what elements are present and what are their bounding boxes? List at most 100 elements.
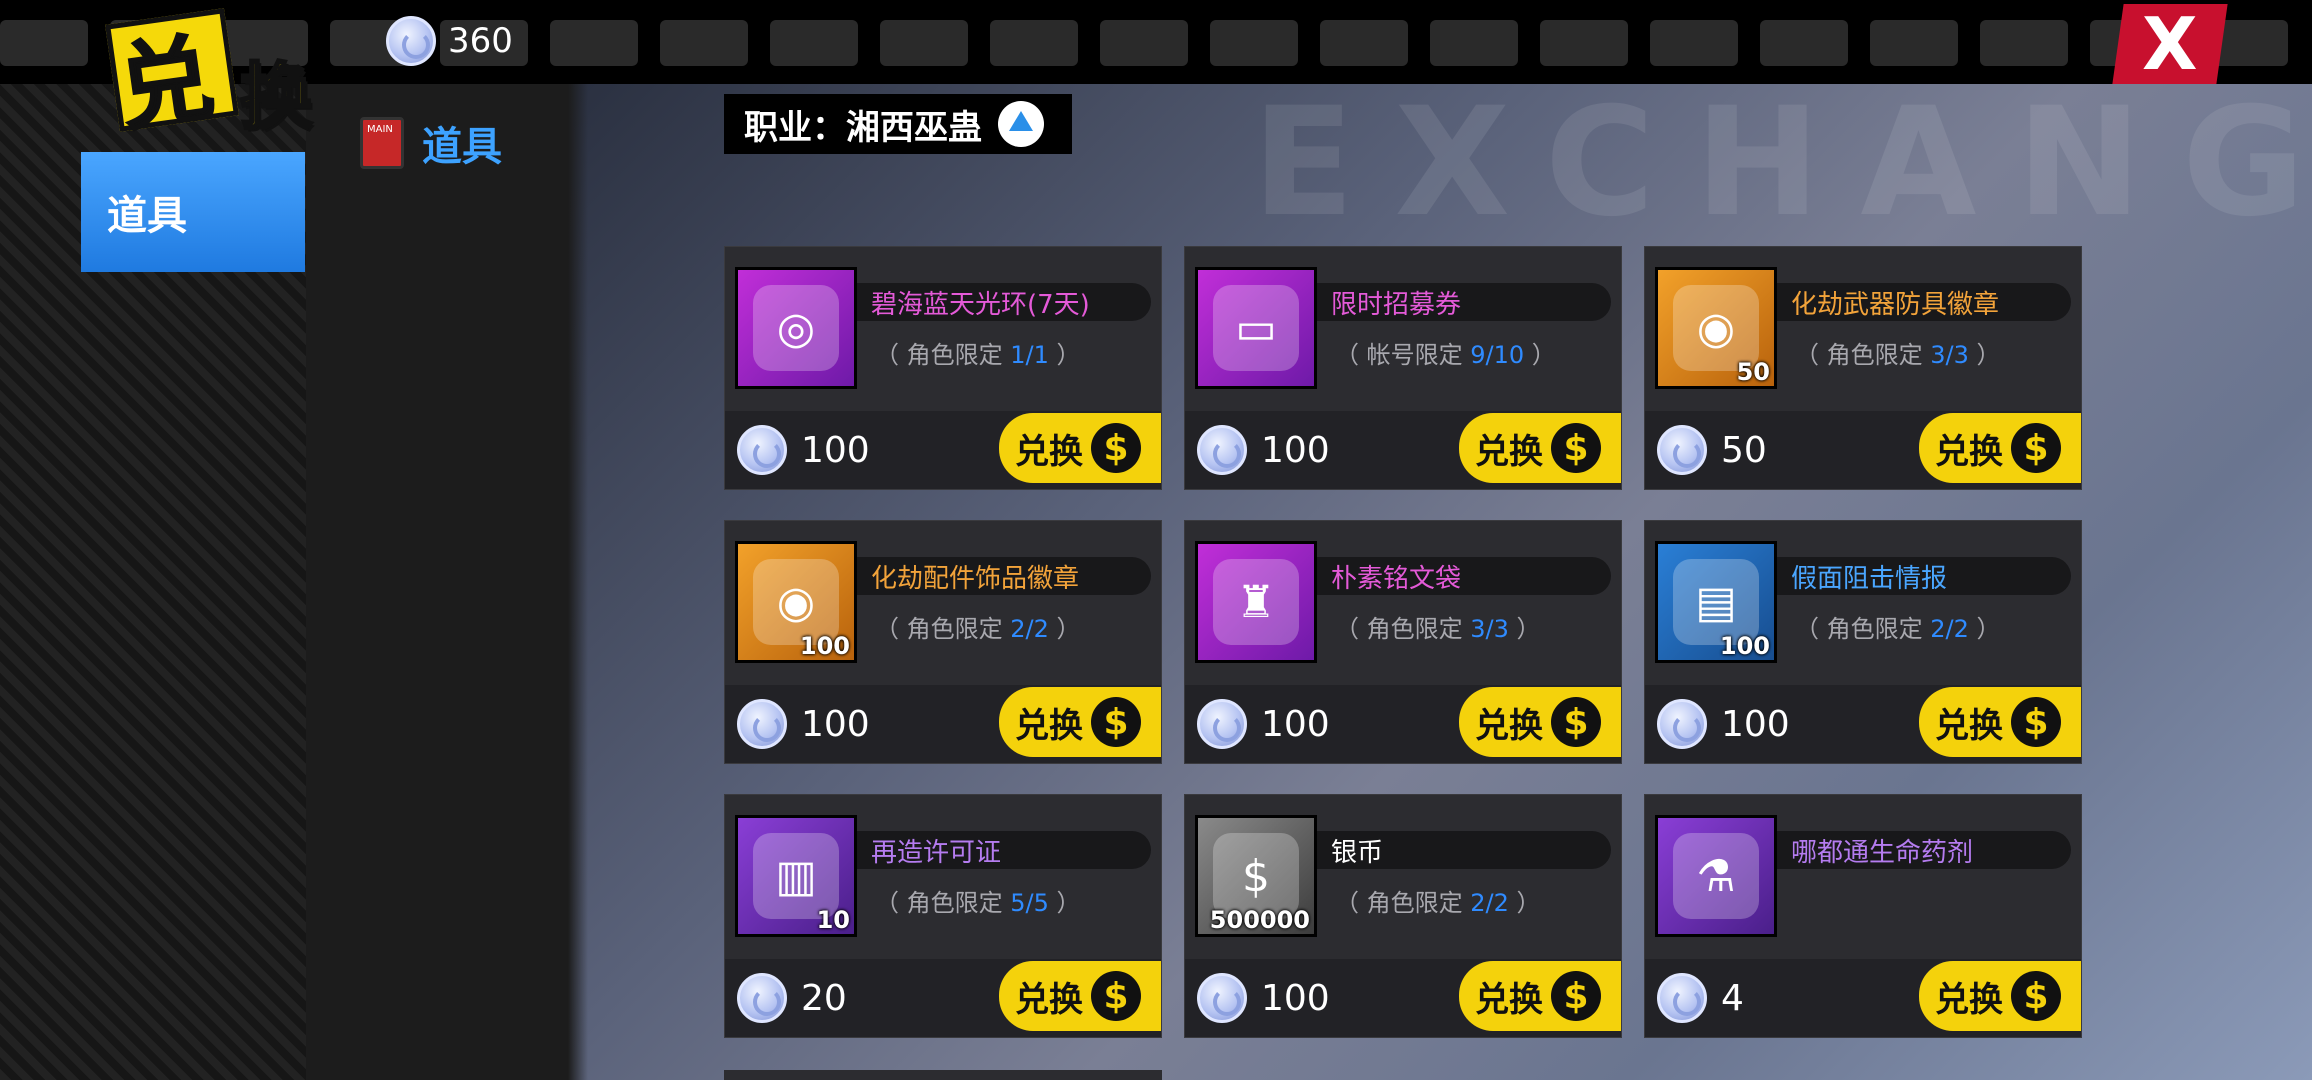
limit-count: 9/10	[1470, 341, 1525, 369]
limit-count: 2/2	[1010, 615, 1049, 643]
limit-count: 5/5	[1010, 889, 1049, 917]
limit-prefix: （ 帐号限定	[1335, 341, 1471, 369]
price-value: 100	[1261, 703, 1330, 745]
exchange-button[interactable]: 兑换 $	[999, 961, 1161, 1031]
purchase-limit: （ 角色限定 3/3 ）	[1335, 609, 1541, 644]
item-quantity: 50	[1736, 358, 1770, 386]
purchase-limit: （ 角色限定 1/1 ）	[875, 335, 1081, 370]
partial-item-card	[724, 1070, 1162, 1080]
item-price: 100	[1197, 425, 1330, 475]
dollar-icon: $	[2011, 697, 2061, 747]
exchange-button-label: 兑换	[1935, 979, 2003, 1020]
summon-ticket-icon: ▭	[1213, 285, 1299, 371]
item-icon-frame[interactable]: ◎	[735, 267, 857, 389]
exchange-button-label: 兑换	[1935, 705, 2003, 746]
purchase-limit: （ 角色限定 5/5 ）	[875, 883, 1081, 918]
item-card: ⚗ 哪都通生命药剂 4 兑换 $	[1644, 794, 2082, 1038]
item-icon-frame[interactable]: ◉ 100	[735, 541, 857, 663]
sub-nav-item-items[interactable]: 道具	[360, 114, 502, 172]
item-card: ♜ 朴素铭文袋 （ 角色限定 3/3 ） 100 兑换 $	[1184, 520, 1622, 764]
item-card: ◉ 100 化劫配件饰品徽章 （ 角色限定 2/2 ） 100 兑换 $	[724, 520, 1162, 764]
background-watermark: EXCHANGE	[1252, 84, 2312, 250]
close-button[interactable]: X	[2112, 2, 2228, 86]
item-icon-frame[interactable]: ⚗	[1655, 815, 1777, 937]
exchange-button-label: 兑换	[1935, 431, 2003, 472]
exchange-button[interactable]: 兑换 $	[1459, 413, 1621, 483]
price-value: 100	[801, 703, 870, 745]
limit-count: 3/3	[1470, 615, 1509, 643]
dollar-icon: $	[2011, 423, 2061, 473]
item-icon-frame[interactable]: ▥ 10	[735, 815, 857, 937]
exchange-button[interactable]: 兑换 $	[999, 687, 1161, 757]
item-card: ◉ 50 化劫武器防具徽章 （ 角色限定 3/3 ） 50 兑换 $	[1644, 246, 2082, 490]
token-coin-icon	[737, 699, 787, 749]
logo-char-2: 换	[238, 54, 313, 141]
exchange-button[interactable]: 兑换 $	[1459, 687, 1621, 757]
item-price: 100	[1657, 699, 1790, 749]
price-value: 4	[1721, 977, 1744, 1019]
price-value: 100	[1261, 977, 1330, 1019]
logo-char-1: 兑	[111, 23, 221, 146]
item-icon-frame[interactable]: ◉ 50	[1655, 267, 1777, 389]
exchange-button[interactable]: 兑换 $	[1919, 413, 2081, 483]
purchase-limit: （ 角色限定 3/3 ）	[1795, 335, 2001, 370]
limit-prefix: （ 角色限定	[1335, 889, 1471, 917]
item-name: 哪都通生命药剂	[1791, 837, 1974, 868]
price-value: 50	[1721, 429, 1767, 471]
item-icon-frame[interactable]: $ 500000	[1195, 815, 1317, 937]
item-name: 化劫武器防具徽章	[1791, 289, 2000, 320]
item-quantity: 100	[799, 632, 850, 660]
pouch-icon: ♜	[1213, 559, 1299, 645]
item-quantity: 10	[816, 906, 850, 934]
token-coin-icon	[1657, 425, 1707, 475]
dollar-icon: $	[1551, 423, 1601, 473]
limit-prefix: （ 角色限定	[875, 615, 1011, 643]
item-name: 朴素铭文袋	[1331, 563, 1462, 594]
exchange-button[interactable]: 兑换 $	[1919, 961, 2081, 1031]
item-icon-frame[interactable]: ▤ 100	[1655, 541, 1777, 663]
item-name-bar: 朴素铭文袋	[1317, 557, 1611, 595]
dollar-icon: $	[1551, 971, 1601, 1021]
item-price: 100	[737, 425, 870, 475]
close-icon: X	[2142, 2, 2198, 86]
item-price: 4	[1657, 973, 1744, 1023]
sub-navigation: 道具	[306, 84, 568, 1080]
price-value: 100	[801, 429, 870, 471]
dollar-icon: $	[1091, 423, 1141, 473]
exchange-button[interactable]: 兑换 $	[999, 413, 1161, 483]
item-card: ▭ 限时招募券 （ 帐号限定 9/10 ） 100 兑换 $	[1184, 246, 1622, 490]
item-card: ▤ 100 假面阻击情报 （ 角色限定 2/2 ） 100 兑换 $	[1644, 520, 2082, 764]
item-icon-frame[interactable]: ▭	[1195, 267, 1317, 389]
item-name-bar: 再造许可证	[857, 831, 1151, 869]
token-coin-icon	[1657, 973, 1707, 1023]
limit-prefix: （ 角色限定	[1795, 341, 1931, 369]
purchase-limit: （ 角色限定 2/2 ）	[1335, 883, 1541, 918]
limit-suffix: ）	[1048, 889, 1081, 917]
price-value: 20	[801, 977, 847, 1019]
token-coin-icon	[386, 16, 436, 66]
limit-suffix: ）	[1508, 889, 1541, 917]
film-strip-decoration	[0, 20, 2312, 66]
dollar-icon: $	[2011, 971, 2061, 1021]
item-icon-frame[interactable]: ♜	[1195, 541, 1317, 663]
item-card: ▥ 10 再造许可证 （ 角色限定 5/5 ） 20 兑换 $	[724, 794, 1162, 1038]
item-card: ◎ 碧海蓝天光环(7天) （ 角色限定 1/1 ） 100 兑换 $	[724, 246, 1162, 490]
dollar-icon: $	[1551, 697, 1601, 747]
exchange-button[interactable]: 兑换 $	[1919, 687, 2081, 757]
potion-icon: ⚗	[1673, 833, 1759, 919]
chevron-up-icon[interactable]	[998, 101, 1044, 147]
token-coin-icon	[1657, 699, 1707, 749]
exchange-button-label: 兑换	[1475, 705, 1543, 746]
category-tab-items[interactable]: 道具	[81, 152, 305, 272]
item-name-bar: 哪都通生命药剂	[1777, 831, 2071, 869]
item-name: 再造许可证	[871, 837, 1002, 868]
dollar-icon: $	[1091, 697, 1141, 747]
limit-count: 2/2	[1930, 615, 1969, 643]
limit-prefix: （ 角色限定	[875, 341, 1011, 369]
purchase-limit: （ 角色限定 2/2 ）	[1795, 609, 2001, 644]
item-name-bar: 银币	[1317, 831, 1611, 869]
exchange-button[interactable]: 兑换 $	[1459, 961, 1621, 1031]
class-selector[interactable]: 职业：湘西巫蛊	[724, 94, 1072, 154]
item-name: 银币	[1331, 837, 1384, 868]
token-coin-icon	[1197, 973, 1247, 1023]
